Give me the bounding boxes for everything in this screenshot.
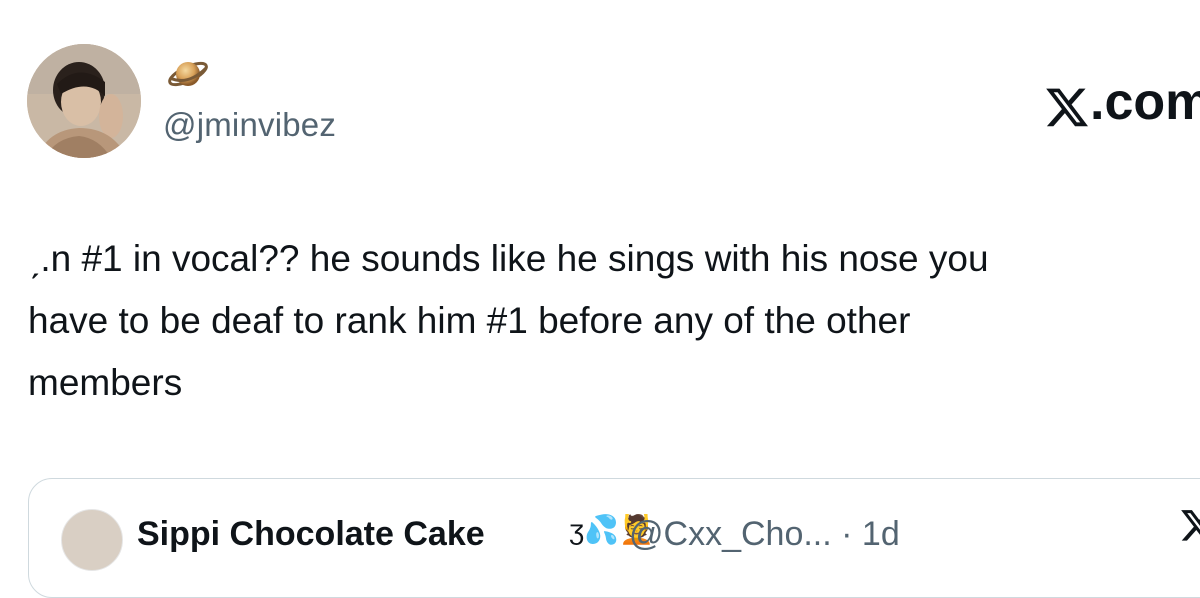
- display-name[interactable]: [166, 52, 210, 96]
- site-watermark: .com: [1046, 72, 1200, 132]
- author-avatar[interactable]: [27, 44, 141, 158]
- quoted-author-handle[interactable]: @Cxx_Cho... · 1d: [629, 515, 900, 554]
- post-text-line: ˏ.n #1 in vocal?? he sounds like he sing…: [28, 238, 989, 279]
- x-logo-icon: [1046, 81, 1088, 127]
- quoted-author-name[interactable]: Sippi Chocolate Cake: [137, 515, 485, 554]
- ringed-planet-icon: [168, 61, 208, 87]
- post-text-line: have to be deaf to rank him #1 before an…: [28, 300, 911, 341]
- post-text: ˏ.n #1 in vocal?? he sounds like he sing…: [28, 228, 1188, 414]
- quoted-author-avatar[interactable]: [61, 509, 123, 571]
- watermark-suffix: .com: [1090, 73, 1200, 131]
- author-handle[interactable]: @jminvibez: [163, 106, 336, 144]
- profile-photo-icon: [27, 44, 141, 158]
- post-text-line: members: [28, 362, 183, 403]
- quoted-post-card[interactable]: Sippi Chocolate Cake ʒ💦💆 @Cxx_Cho... · 1…: [28, 478, 1200, 598]
